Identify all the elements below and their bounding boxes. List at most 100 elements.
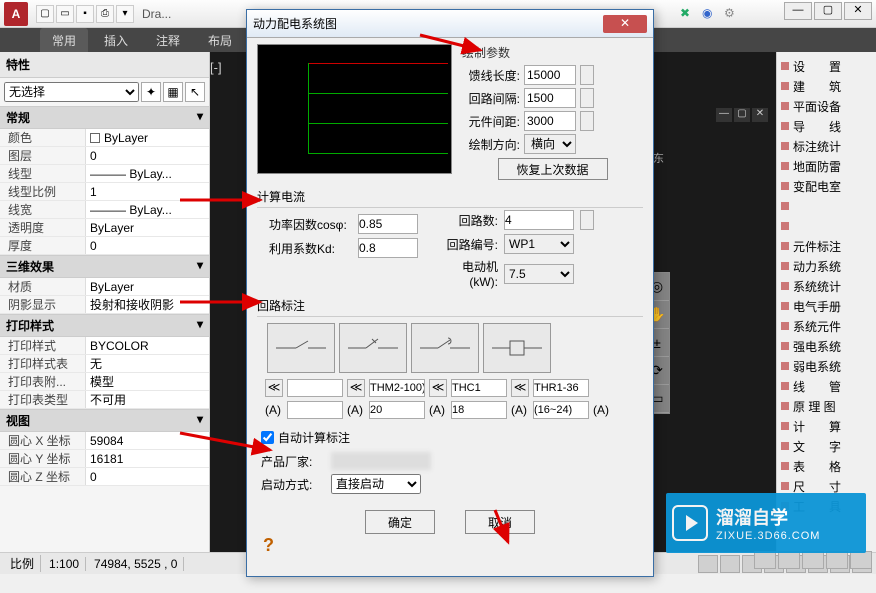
tool-item[interactable]: 地面防雷 [777, 156, 876, 176]
prop-row[interactable]: 圆心 Z 坐标0 [0, 468, 209, 486]
prop-value[interactable]: 无 [85, 355, 209, 372]
tab-insert[interactable]: 插入 [92, 28, 140, 53]
row1-prev[interactable]: ≪ [265, 379, 283, 397]
tool-item[interactable]: 原 理 图 [777, 396, 876, 416]
motor-select[interactable]: 7.5 [504, 264, 574, 284]
prop-value[interactable]: ByLayer [85, 219, 209, 236]
symbol-breaker[interactable] [339, 323, 407, 373]
vp-maximize[interactable]: ▢ [734, 108, 750, 122]
loopnum-select[interactable]: WP1 [504, 234, 574, 254]
row1-nav3[interactable]: ≪ [511, 379, 529, 397]
elem-gap-input[interactable] [524, 111, 576, 131]
tool-item[interactable]: 强电系统 [777, 336, 876, 356]
prop-value[interactable]: ——— ByLay... [85, 201, 209, 218]
tool-item[interactable]: 变配电室 [777, 176, 876, 196]
restore-button[interactable]: 恢复上次数据 [498, 158, 608, 180]
status-btn-1[interactable] [698, 555, 718, 573]
dialog-titlebar[interactable]: 动力配电系统图 ✕ [247, 10, 653, 38]
tool-item[interactable]: 平面设备 [777, 96, 876, 116]
feed-len-spinner[interactable] [580, 65, 594, 85]
tool-item[interactable]: 导 线 [777, 116, 876, 136]
inner-status-4[interactable] [826, 551, 848, 569]
tool-item[interactable]: 元件标注 [777, 236, 876, 256]
ok-button[interactable]: 确定 [365, 510, 435, 534]
prop-row[interactable]: 线宽——— ByLay... [0, 201, 209, 219]
prop-value[interactable]: 16181 [85, 450, 209, 467]
direction-select[interactable]: 横向 [524, 134, 576, 154]
prop-value[interactable]: 0 [85, 237, 209, 254]
prop-row[interactable]: 厚度0 [0, 237, 209, 255]
dialog-close-button[interactable]: ✕ [603, 15, 647, 33]
loops-spinner[interactable] [580, 210, 594, 230]
qat-new[interactable]: ▢ [36, 5, 54, 23]
loop-r2-c2[interactable] [369, 401, 425, 419]
kd-input[interactable] [358, 238, 418, 258]
vp-close[interactable]: ✕ [752, 108, 768, 122]
window-minimize[interactable]: — [784, 2, 812, 20]
prop-group-header[interactable]: 三维效果▾ [0, 255, 209, 278]
loop-r2-c4[interactable] [533, 401, 589, 419]
row1-nav1[interactable]: ≪ [347, 379, 365, 397]
tool-item[interactable]: 系统统计 [777, 276, 876, 296]
quick-select-icon[interactable]: ✦ [141, 82, 161, 102]
tool-item[interactable]: 文 字 [777, 436, 876, 456]
qat-print[interactable]: ⎙ [96, 5, 114, 23]
select-objects-icon[interactable]: ▦ [163, 82, 183, 102]
prop-row[interactable]: 透明度ByLayer [0, 219, 209, 237]
loop-r2-c3[interactable] [451, 401, 507, 419]
inner-status-3[interactable] [802, 551, 824, 569]
viewcube-east[interactable]: 东 [653, 150, 664, 166]
tool-item[interactable] [777, 196, 876, 216]
status-scale[interactable]: 1:100 [43, 557, 86, 571]
status-btn-2[interactable] [720, 555, 740, 573]
symbol-contactor[interactable] [411, 323, 479, 373]
ext-icon-3[interactable]: ⚙ [724, 6, 740, 22]
prop-value[interactable]: 0 [85, 468, 209, 485]
prop-row[interactable]: 颜色ByLayer [0, 129, 209, 147]
pick-icon[interactable]: ↖ [185, 82, 205, 102]
vp-minimize[interactable]: — [716, 108, 732, 122]
tool-item[interactable]: 弱电系统 [777, 356, 876, 376]
prop-row[interactable]: 打印表附...模型 [0, 373, 209, 391]
prop-group-header[interactable]: 打印样式▾ [0, 314, 209, 337]
inner-status-1[interactable] [754, 551, 776, 569]
tab-layout[interactable]: 布局 [196, 28, 244, 53]
prop-row[interactable]: 图层0 [0, 147, 209, 165]
tool-item[interactable] [777, 216, 876, 236]
elem-gap-spinner[interactable] [580, 111, 594, 131]
tab-common[interactable]: 常用 [40, 28, 88, 53]
prop-row[interactable]: 线型——— ByLay... [0, 165, 209, 183]
tool-item[interactable]: 系统元件 [777, 316, 876, 336]
tab-annotate[interactable]: 注释 [144, 28, 192, 53]
window-maximize[interactable]: ▢ [814, 2, 842, 20]
tool-item[interactable]: 线 管 [777, 376, 876, 396]
loop-r1-c2[interactable] [369, 379, 425, 397]
prop-row[interactable]: 打印表类型不可用 [0, 391, 209, 409]
prop-row[interactable]: 圆心 Y 坐标16181 [0, 450, 209, 468]
pf-input[interactable] [358, 214, 418, 234]
qat-save[interactable]: ▪ [76, 5, 94, 23]
prop-row[interactable]: 阴影显示投射和接收阴影 [0, 296, 209, 314]
window-close[interactable]: ✕ [844, 2, 872, 20]
loop-gap-spinner[interactable] [580, 88, 594, 108]
tool-item[interactable]: 设 置 [777, 56, 876, 76]
qat-open[interactable]: ▭ [56, 5, 74, 23]
prop-value[interactable]: 不可用 [85, 391, 209, 408]
prop-value[interactable]: 模型 [85, 373, 209, 390]
prop-value[interactable]: BYCOLOR [85, 337, 209, 354]
loop-r1-c4[interactable] [533, 379, 589, 397]
loop-gap-input[interactable] [524, 88, 576, 108]
inner-status-5[interactable] [850, 551, 872, 569]
prop-group-header[interactable]: 常规▾ [0, 106, 209, 129]
tool-item[interactable]: 电气手册 [777, 296, 876, 316]
auto-calc-checkbox[interactable] [261, 431, 274, 444]
prop-value[interactable]: 投射和接收阴影 [85, 296, 209, 313]
prop-row[interactable]: 线型比例1 [0, 183, 209, 201]
prop-value[interactable]: 0 [85, 147, 209, 164]
prop-row[interactable]: 圆心 X 坐标59084 [0, 432, 209, 450]
feed-len-input[interactable] [524, 65, 576, 85]
loop-r1-c3[interactable] [451, 379, 507, 397]
prop-row[interactable]: 打印样式BYCOLOR [0, 337, 209, 355]
tool-item[interactable]: 建 筑 [777, 76, 876, 96]
prop-value[interactable]: ByLayer [85, 129, 209, 146]
